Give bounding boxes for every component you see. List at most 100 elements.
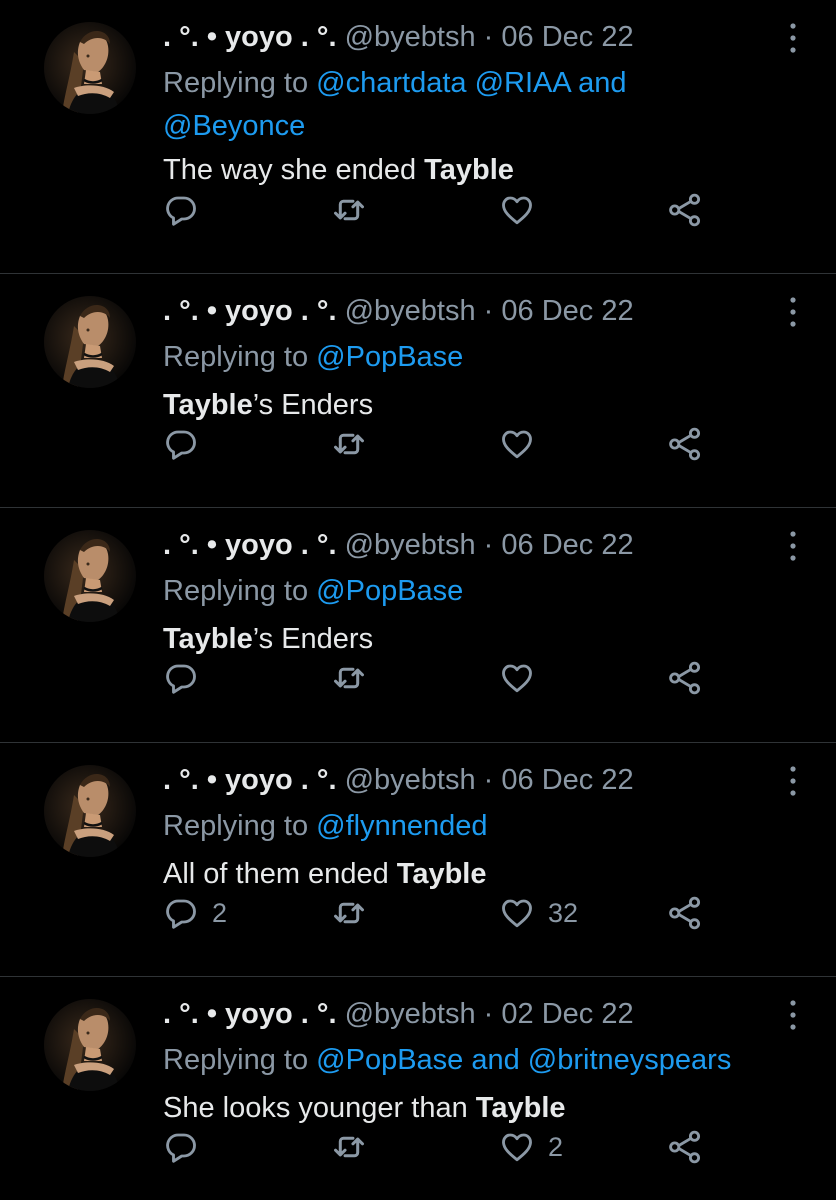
avatar[interactable] <box>44 765 136 857</box>
user-handle[interactable]: @byebtsh <box>345 21 476 53</box>
reply-button[interactable] <box>163 1125 199 1169</box>
more-options-button[interactable] <box>782 18 804 58</box>
share-button[interactable] <box>666 422 704 466</box>
reply-icon <box>163 660 199 696</box>
more-icon <box>782 766 804 805</box>
reply-icon <box>163 426 199 462</box>
user-handle[interactable]: @byebtsh <box>345 295 476 327</box>
replying-to-label: Replying to <box>163 810 309 842</box>
mention-link[interactable]: @flynnended <box>316 810 487 842</box>
tweet-text-segment: The way she ended <box>163 154 425 186</box>
share-button[interactable] <box>666 656 704 700</box>
heart-icon <box>499 895 535 931</box>
share-button[interactable] <box>666 188 704 232</box>
tweet-date[interactable]: 02 Dec 22 <box>501 998 633 1030</box>
tweet[interactable]: . °. • yoyo . °. @byebtsh · 02 Dec 22 Rep… <box>0 977 836 1200</box>
like-count: 2 <box>548 1131 564 1162</box>
user-handle[interactable]: @byebtsh <box>345 764 476 796</box>
separator-dot: · <box>475 21 502 53</box>
retweet-button[interactable] <box>330 422 368 466</box>
retweet-icon <box>330 894 368 932</box>
avatar[interactable] <box>44 22 136 114</box>
tweet[interactable]: . °. • yoyo . °. @byebtsh · 06 Dec 22 Rep… <box>0 274 836 508</box>
user-handle[interactable]: @byebtsh <box>345 998 476 1030</box>
replying-to-label: Replying to <box>163 341 309 373</box>
like-button[interactable] <box>499 656 535 700</box>
like-button[interactable]: 2 <box>499 1125 563 1169</box>
retweet-icon <box>330 191 368 229</box>
mention-link[interactable]: @RIAA <box>475 67 571 99</box>
mention-link[interactable]: @Beyonce <box>163 110 305 142</box>
display-name[interactable]: . °. • yoyo . °. <box>163 764 337 796</box>
replying-to-label: Replying to <box>163 575 309 607</box>
tweet-header: . °. • yoyo . °. @byebtsh · 02 Dec 22 <box>163 997 634 1031</box>
share-button[interactable] <box>666 891 704 935</box>
tweet-text: She looks younger than Tayble <box>163 1091 566 1125</box>
action-bar <box>0 422 836 466</box>
tweet-text-segment: ’s Enders <box>252 389 374 421</box>
mention-link[interactable]: @britneyspears <box>528 1044 732 1076</box>
share-icon <box>666 894 704 932</box>
more-options-button[interactable] <box>782 995 804 1035</box>
tweet-date[interactable]: 06 Dec 22 <box>501 295 633 327</box>
more-options-button[interactable] <box>782 761 804 801</box>
like-button[interactable] <box>499 188 535 232</box>
tweet[interactable]: . °. • yoyo . °. @byebtsh · 06 Dec 22 Rep… <box>0 0 836 274</box>
mention-link[interactable]: @chartdata <box>316 67 466 99</box>
display-name[interactable]: . °. • yoyo . °. <box>163 529 337 561</box>
tweet[interactable]: . °. • yoyo . °. @byebtsh · 06 Dec 22 Rep… <box>0 743 836 977</box>
reply-count: 2 <box>212 897 228 928</box>
retweet-button[interactable] <box>330 891 368 935</box>
tweet-feed: . °. • yoyo . °. @byebtsh · 06 Dec 22 Rep… <box>0 0 836 1200</box>
retweet-icon <box>330 659 368 697</box>
retweet-button[interactable] <box>330 188 368 232</box>
mention-link[interactable]: and <box>463 1044 528 1076</box>
share-button[interactable] <box>666 1125 704 1169</box>
mention-link[interactable]: @PopBase <box>316 341 463 373</box>
tweet-text-segment: All of them ended <box>163 858 397 890</box>
tweet[interactable]: . °. • yoyo . °. @byebtsh · 06 Dec 22 Rep… <box>0 508 836 743</box>
action-bar: 2 <box>0 1125 836 1169</box>
retweet-button[interactable] <box>330 1125 368 1169</box>
replying-to-label: Replying to <box>163 1044 309 1076</box>
tweet-text: The way she ended Tayble <box>163 153 514 187</box>
more-icon <box>782 297 804 336</box>
more-options-button[interactable] <box>782 292 804 332</box>
avatar[interactable] <box>44 296 136 388</box>
avatar[interactable] <box>44 999 136 1091</box>
mention-link[interactable]: and <box>570 67 626 99</box>
reply-button[interactable] <box>163 656 199 700</box>
more-icon <box>782 531 804 570</box>
tweet-text-segment: ’s Enders <box>252 623 374 655</box>
action-bar <box>0 656 836 700</box>
reply-button[interactable]: 2 <box>163 891 227 935</box>
retweet-button[interactable] <box>330 656 368 700</box>
tweet-date[interactable]: 06 Dec 22 <box>501 764 633 796</box>
reply-button[interactable] <box>163 188 199 232</box>
tweet-text: Tayble’s Enders <box>163 388 373 422</box>
mention-link[interactable]: @PopBase <box>316 1044 463 1076</box>
reply-icon <box>163 895 199 931</box>
heart-icon <box>499 192 535 228</box>
tweet-date[interactable]: 06 Dec 22 <box>501 21 633 53</box>
heart-icon <box>499 660 535 696</box>
heart-icon <box>499 426 535 462</box>
display-name[interactable]: . °. • yoyo . °. <box>163 998 337 1030</box>
user-handle[interactable]: @byebtsh <box>345 529 476 561</box>
more-options-button[interactable] <box>782 526 804 566</box>
like-button[interactable]: 32 <box>499 891 578 935</box>
reply-icon <box>163 1129 199 1165</box>
display-name[interactable]: . °. • yoyo . °. <box>163 295 337 327</box>
like-button[interactable] <box>499 422 535 466</box>
action-bar: 2 32 <box>0 891 836 935</box>
avatar[interactable] <box>44 530 136 622</box>
share-icon <box>666 659 704 697</box>
more-icon <box>782 23 804 62</box>
more-icon <box>782 1000 804 1039</box>
share-icon <box>666 425 704 463</box>
display-name[interactable]: . °. • yoyo . °. <box>163 21 337 53</box>
share-icon <box>666 191 704 229</box>
reply-button[interactable] <box>163 422 199 466</box>
mention-link[interactable]: @PopBase <box>316 575 463 607</box>
tweet-date[interactable]: 06 Dec 22 <box>501 529 633 561</box>
